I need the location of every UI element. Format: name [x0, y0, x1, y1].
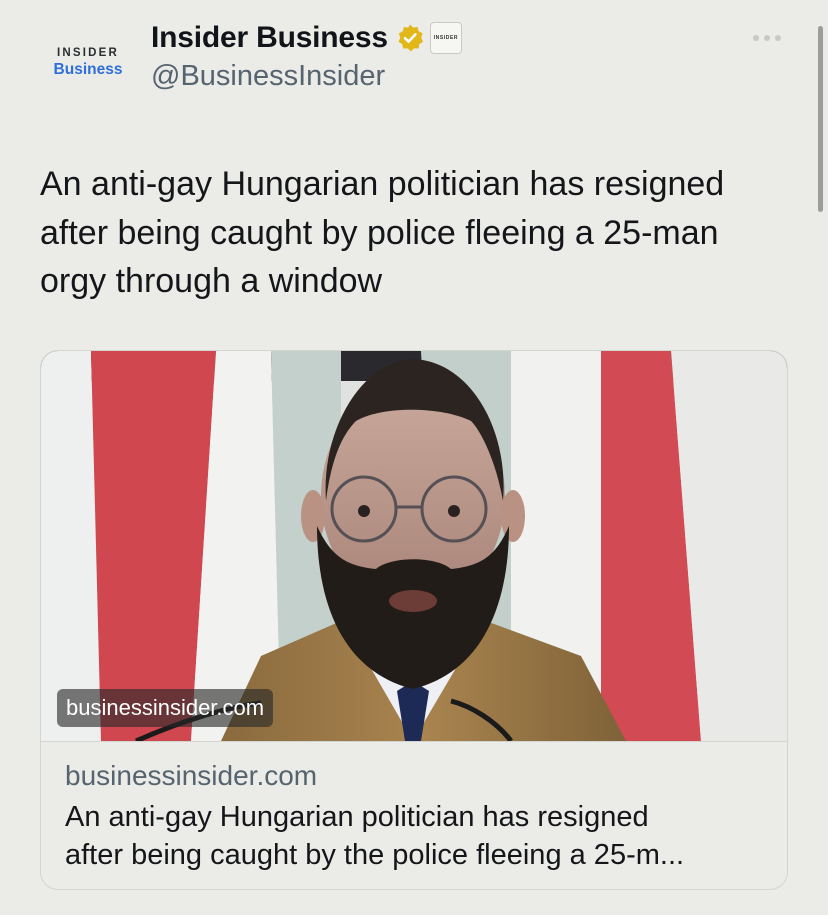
display-name[interactable]: Insider Business: [151, 21, 388, 55]
more-options-icon[interactable]: [753, 30, 787, 46]
card-title-line: An anti-gay Hungarian politician has res…: [65, 801, 649, 833]
card-photo: [41, 351, 787, 741]
card-title-line: after being caught by the police fleeing…: [65, 839, 685, 871]
affiliate-badge[interactable]: INSIDER: [429, 22, 462, 54]
avatar-text-business: Business: [53, 60, 123, 78]
account-handle[interactable]: @BusinessInsider: [151, 60, 385, 93]
scrollbar[interactable]: [818, 26, 823, 212]
image-domain-label: businessinsider.com: [57, 689, 274, 727]
tweet-text: An anti-gay Hungarian politician has res…: [40, 160, 800, 306]
verified-badge-icon[interactable]: [395, 23, 425, 53]
tweet-text-line: orgy through a window: [40, 262, 383, 300]
card-image[interactable]: businessinsider.com: [41, 351, 787, 741]
tweet-text-line: after being caught by police fleeing a 2…: [40, 213, 719, 252]
link-card[interactable]: businessinsider.com businessinsider.com …: [40, 350, 788, 890]
tweet-text-line: An anti-gay Hungarian politician has res…: [40, 165, 725, 203]
account-avatar[interactable]: INSIDER Business: [38, 12, 138, 112]
affiliate-badge-text: INSIDER: [433, 35, 459, 41]
card-title: An anti-gay Hungarian politician has res…: [65, 798, 765, 874]
card-footer[interactable]: businessinsider.com An anti-gay Hungaria…: [41, 741, 787, 889]
author-name-row: Insider Business INSIDER: [151, 18, 462, 58]
avatar-text-insider: INSIDER: [56, 46, 120, 59]
card-domain: businessinsider.com: [65, 760, 318, 791]
